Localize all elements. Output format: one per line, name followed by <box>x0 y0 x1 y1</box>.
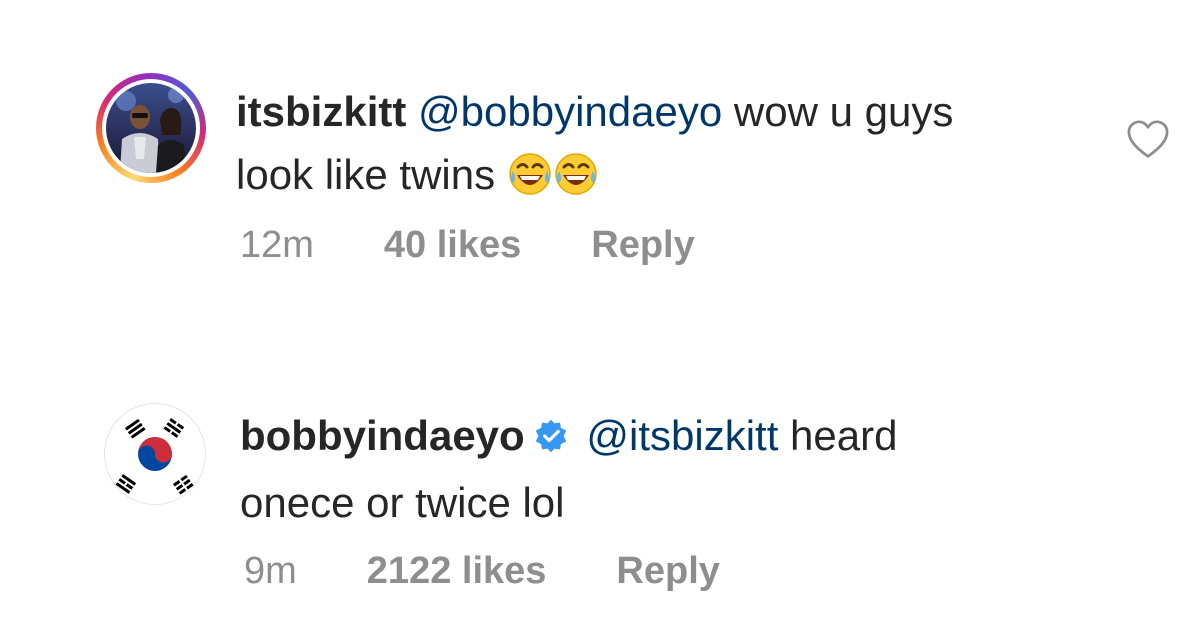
tears-of-joy-emoji-icon <box>507 151 553 214</box>
comment-item: bobbyindaeyo @itsbizkitt heard onece or … <box>0 330 1200 632</box>
comment-meta: 12m 40 likes Reply <box>240 224 695 267</box>
comment-likes-count[interactable]: 2122 likes <box>367 550 547 593</box>
profile-photo-icon <box>116 87 186 173</box>
comment-text: itsbizkitt @bobbyindaeyo wow u guys look… <box>236 80 1096 214</box>
comment-body: wow u guys <box>733 88 954 135</box>
comment-timestamp: 9m <box>244 550 297 592</box>
avatar <box>106 83 196 173</box>
comment-text: bobbyindaeyo @itsbizkitt heard onece or … <box>240 404 1100 534</box>
comment-item: itsbizkitt @bobbyindaeyo wow u guys look… <box>0 0 1200 300</box>
heart-outline-icon[interactable] <box>1126 120 1170 160</box>
comment-username[interactable]: itsbizkitt <box>236 88 406 135</box>
comment-body: look like twins <box>236 151 496 198</box>
comment-body: onece or twice lol <box>240 479 565 526</box>
comment-timestamp: 12m <box>240 224 314 266</box>
reply-button[interactable]: Reply <box>616 550 719 593</box>
verified-badge-icon <box>533 408 569 471</box>
comment-mention[interactable]: @bobbyindaeyo <box>418 88 722 135</box>
comment-mention[interactable]: @itsbizkitt <box>586 412 778 459</box>
comment-username[interactable]: bobbyindaeyo <box>240 412 525 459</box>
story-ring-avatar[interactable] <box>96 73 206 183</box>
avatar[interactable] <box>104 403 206 505</box>
comment-meta: 9m 2122 likes Reply <box>244 550 720 593</box>
tears-of-joy-emoji-icon <box>553 151 599 214</box>
comment-likes-count[interactable]: 40 likes <box>384 224 521 267</box>
reply-button[interactable]: Reply <box>591 224 694 267</box>
south-korea-flag-icon <box>105 404 205 504</box>
comment-body: heard <box>790 412 898 459</box>
